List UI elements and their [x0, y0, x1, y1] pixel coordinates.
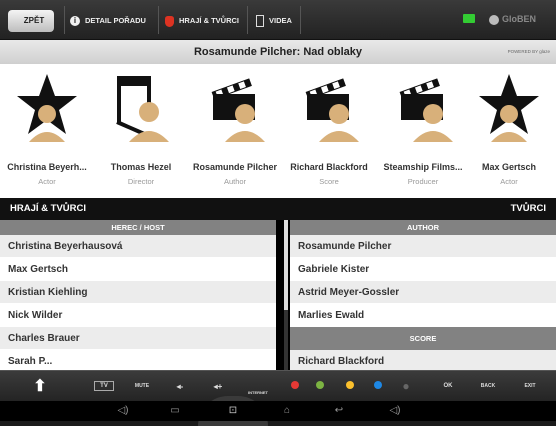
- section-title-left: HRAJÍ & TVŮRCI: [10, 203, 87, 214]
- arrow-up-icon: ⬆: [33, 378, 47, 395]
- volume-up-icon: ◂+: [213, 382, 223, 391]
- back-remote-button[interactable]: BACK: [476, 371, 500, 402]
- person-name: Thomas Hezel: [110, 162, 172, 172]
- list-item[interactable]: Charles Brauer: [0, 327, 276, 350]
- list-item[interactable]: Gabriele Kister: [290, 258, 556, 281]
- person-role: Director: [127, 177, 155, 186]
- film-icon: [256, 15, 264, 28]
- back-button[interactable]: ZPĚT: [8, 10, 54, 32]
- tab-label: VIDEA: [269, 16, 292, 25]
- star-person-icon: [479, 74, 539, 142]
- microphone-icon[interactable]: ●: [399, 371, 413, 402]
- mute-label: MUTE: [134, 383, 150, 389]
- person-card[interactable]: Christina Beyerh... Actor: [0, 64, 94, 198]
- person-role: Producer: [407, 177, 439, 186]
- person-card[interactable]: Richard Blackford Score: [282, 64, 376, 198]
- list-item[interactable]: Rosamunde Pilcher: [290, 235, 556, 258]
- info-icon: i: [70, 16, 80, 27]
- cast-list[interactable]: HEREC / HOST Christina Beyerhausová Max …: [0, 220, 276, 370]
- tv-label: TV: [94, 381, 114, 391]
- internet-label: INTERNET: [248, 390, 268, 395]
- person-role: Score: [319, 177, 339, 186]
- screenshot-icon[interactable]: ⊡: [222, 401, 244, 421]
- divider: [300, 6, 301, 34]
- director-chair-person-icon: [116, 76, 169, 142]
- list-item[interactable]: Max Gertsch: [0, 258, 276, 281]
- person-card[interactable]: Steamship Films... Producer: [376, 64, 470, 198]
- exit-button[interactable]: EXIT: [518, 371, 542, 402]
- cast-crew-lists: HEREC / HOST Christina Beyerhausová Max …: [0, 220, 556, 370]
- clapperboard-person-icon: [305, 78, 359, 142]
- list-item[interactable]: Sarah P...: [0, 350, 276, 370]
- system-nav-bar: ◁) ▭ ⊡ ⌂ ↩ ◁): [0, 401, 556, 421]
- column-header: AUTHOR: [290, 220, 556, 235]
- person-name: Rosamunde Pilcher: [192, 162, 278, 172]
- column-header: HEREC / HOST: [0, 220, 276, 235]
- ok-button[interactable]: OK: [436, 371, 460, 402]
- person-role: Actor: [38, 177, 56, 186]
- person-name: Steamship Films...: [383, 162, 463, 172]
- people-strip: Christina Beyerh... Actor Thomas Hezel D…: [0, 64, 556, 198]
- top-toolbar: ZPĚT i DETAIL POŘADU HRAJÍ & TVŮRCI VIDEA…: [0, 0, 556, 40]
- ok-label: OK: [443, 383, 453, 389]
- volume-down-button[interactable]: ◂-: [168, 371, 192, 402]
- masks-icon: [165, 15, 174, 27]
- person-name: Christina Beyerh...: [7, 162, 87, 172]
- volume-icon[interactable]: ◁): [384, 401, 406, 421]
- back-label: BACK: [480, 383, 496, 389]
- clapperboard-person-icon: [211, 78, 265, 142]
- list-item[interactable]: Christina Beyerhausová: [0, 235, 276, 258]
- brand-logo-icon: [489, 14, 499, 25]
- mute-button[interactable]: MUTE: [130, 371, 154, 402]
- back-icon[interactable]: ↩: [328, 401, 350, 421]
- exit-label: EXIT: [524, 383, 536, 389]
- back-label: ZPĚT: [23, 16, 45, 25]
- yellow-button[interactable]: [346, 381, 354, 389]
- powered-by: POWERED BY glaze: [507, 49, 550, 54]
- person-name: Richard Blackford: [290, 162, 368, 172]
- up-arrow-button[interactable]: ⬆: [20, 371, 60, 402]
- scrollbar[interactable]: [284, 220, 288, 370]
- tab-label: HRAJÍ & TVŮRCI: [179, 16, 240, 25]
- brand-logo: GloBEN: [489, 14, 536, 25]
- divider: [64, 6, 65, 34]
- person-card[interactable]: Thomas Hezel Director: [94, 64, 188, 198]
- tv-button[interactable]: TV: [90, 371, 118, 402]
- recent-apps-icon[interactable]: ▭: [164, 401, 186, 421]
- volume-icon[interactable]: ◁): [112, 401, 134, 421]
- brand-label: GloBEN: [502, 14, 537, 24]
- section-title-right: TVŮRCI: [510, 203, 546, 214]
- clapperboard-person-icon: [399, 78, 453, 142]
- star-person-icon: [17, 74, 77, 142]
- tab-videos[interactable]: VIDEA: [256, 10, 292, 32]
- list-item[interactable]: Nick Wilder: [0, 304, 276, 327]
- page-title: Rosamunde Pilcher: Nad oblaky: [193, 46, 363, 58]
- column-header: SCORE: [290, 327, 556, 350]
- tab-detail[interactable]: i DETAIL POŘADU: [70, 10, 146, 32]
- crew-list[interactable]: AUTHOR Rosamunde Pilcher Gabriele Kister…: [290, 220, 556, 370]
- section-header: HRAJÍ & TVŮRCI TVŮRCI: [0, 198, 556, 220]
- person-card[interactable]: Max Gertsch Actor: [462, 64, 556, 198]
- scrollbar-thumb[interactable]: [284, 220, 288, 310]
- tab-label: DETAIL POŘADU: [85, 16, 146, 25]
- red-button[interactable]: [291, 381, 299, 389]
- divider: [158, 6, 159, 34]
- list-item[interactable]: Marlies Ewald: [290, 304, 556, 327]
- tab-cast-crew[interactable]: HRAJÍ & TVŮRCI: [165, 10, 239, 32]
- blue-button[interactable]: [374, 381, 382, 389]
- home-icon[interactable]: ⌂: [276, 401, 298, 421]
- tv-icon[interactable]: [463, 14, 475, 23]
- remote-control-bar: ⬆ TV MUTE ◂- ◂+ INTERNET ● OK BACK EXIT: [0, 370, 556, 401]
- person-role: Author: [223, 177, 247, 186]
- volume-down-icon: ◂-: [176, 382, 184, 391]
- person-card[interactable]: Rosamunde Pilcher Author: [188, 64, 282, 198]
- list-item[interactable]: Kristian Kiehling: [0, 281, 276, 304]
- person-role: Actor: [500, 177, 518, 186]
- green-button[interactable]: [316, 381, 324, 389]
- title-bar: Rosamunde Pilcher: Nad oblaky POWERED BY…: [0, 40, 556, 64]
- list-item[interactable]: Astrid Meyer-Gossler: [290, 281, 556, 304]
- person-name: Max Gertsch: [481, 162, 537, 172]
- divider: [247, 6, 248, 34]
- list-item[interactable]: Richard Blackford: [290, 350, 556, 370]
